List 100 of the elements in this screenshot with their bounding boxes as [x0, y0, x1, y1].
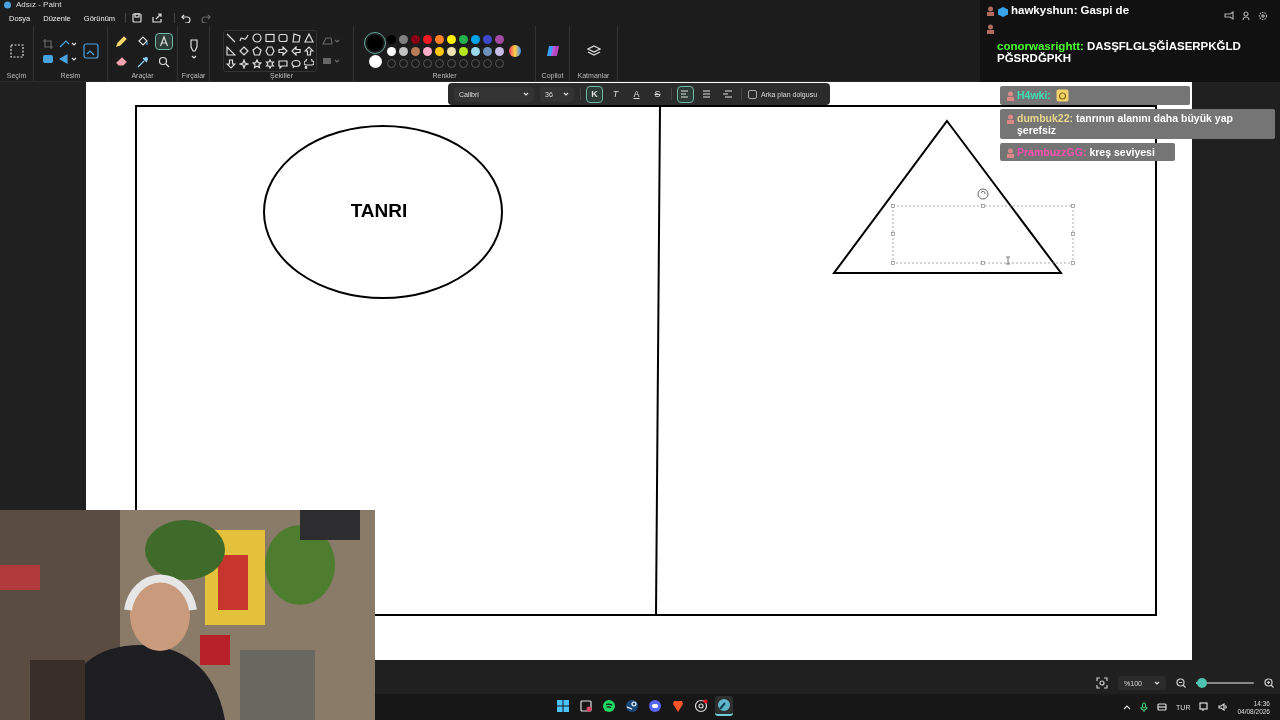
four-point-star-icon[interactable]	[238, 59, 249, 69]
primary-color-swatch[interactable]	[367, 34, 383, 51]
hexagon-icon[interactable]	[264, 46, 275, 56]
round-callout-icon[interactable]	[290, 59, 301, 69]
pencil-icon[interactable]	[114, 34, 129, 48]
paint-app-icon	[3, 1, 12, 9]
color-swatch[interactable]	[495, 34, 504, 44]
network-icon[interactable]	[1199, 702, 1210, 712]
badge-icon	[997, 6, 1009, 18]
chat-message: hawkyshun: Gaspi de	[986, 4, 1130, 18]
oval-icon[interactable]	[251, 33, 262, 43]
curve-icon[interactable]	[238, 33, 249, 43]
zoom-in-icon[interactable]	[1264, 678, 1274, 688]
flip-icon[interactable]	[59, 52, 77, 65]
browser-icon[interactable]	[671, 699, 685, 713]
color-swatch[interactable]	[411, 46, 420, 56]
align-center-icon[interactable]	[702, 90, 711, 98]
announcement-icon[interactable]	[1224, 11, 1234, 21]
color-swatch[interactable]	[387, 34, 396, 44]
right-triangle-icon[interactable]	[225, 46, 236, 56]
shape-fill-icon[interactable]	[320, 56, 341, 66]
copilot-icon[interactable]	[545, 44, 560, 58]
chat-app-icon[interactable]	[648, 699, 662, 713]
color-swatch[interactable]	[399, 34, 408, 44]
shape-outline-icon[interactable]	[320, 36, 341, 46]
image-generator-icon[interactable]	[83, 43, 99, 59]
settings-icon[interactable]	[1258, 11, 1268, 21]
color-swatch[interactable]	[423, 46, 432, 56]
rounded-rectangle-icon[interactable]	[277, 33, 288, 43]
pentagon-icon[interactable]	[251, 46, 262, 56]
triangle-icon[interactable]	[303, 33, 314, 43]
zoom-out-icon[interactable]	[1176, 678, 1186, 688]
color-swatch[interactable]	[459, 34, 468, 44]
right-arrow-icon[interactable]	[277, 46, 288, 56]
align-right-icon[interactable]	[723, 90, 732, 98]
color-swatch[interactable]	[471, 46, 480, 56]
color-swatch[interactable]	[483, 46, 492, 56]
chat-message: H4wki:	[1000, 86, 1190, 105]
chevron-down-icon	[523, 92, 529, 96]
color-swatch[interactable]	[387, 46, 396, 56]
rotate-handle-icon[interactable]	[977, 188, 989, 200]
polygon-icon[interactable]	[290, 33, 301, 43]
volume-icon[interactable]	[1218, 702, 1229, 712]
layers-icon[interactable]	[586, 44, 601, 58]
secondary-color-swatch[interactable]	[368, 54, 382, 68]
avatar-icon	[986, 24, 995, 34]
record-app-icon[interactable]	[694, 699, 708, 713]
color-swatch[interactable]	[411, 34, 420, 44]
down-arrow-icon[interactable]	[225, 59, 236, 69]
screenshot-tool-icon[interactable]	[579, 699, 593, 713]
start-icon[interactable]	[556, 699, 570, 713]
diamond-icon[interactable]	[238, 46, 249, 56]
color-swatch[interactable]	[435, 46, 444, 56]
microphone-icon[interactable]	[1140, 702, 1149, 712]
game-app-icon[interactable]	[625, 699, 639, 713]
save-icon[interactable]	[132, 13, 143, 23]
color-wheel-icon[interactable]	[508, 44, 522, 58]
fit-to-window-icon[interactable]	[1096, 677, 1109, 689]
italic-button[interactable]: T	[608, 86, 623, 102]
bold-button[interactable]: K	[587, 86, 602, 102]
speech-bubble-icon[interactable]	[277, 59, 288, 69]
line-icon[interactable]	[225, 33, 236, 43]
color-swatch[interactable]	[447, 46, 456, 56]
paint-app-icon[interactable]	[717, 698, 731, 712]
six-point-star-icon[interactable]	[264, 59, 275, 69]
text-cursor-icon	[1005, 256, 1011, 265]
chevron-up-icon[interactable]	[1123, 704, 1132, 710]
color-picker-icon[interactable]	[135, 54, 150, 68]
user-icon[interactable]	[1242, 11, 1250, 21]
avatar-icon	[1006, 91, 1015, 101]
color-swatch[interactable]	[483, 34, 492, 44]
color-swatch[interactable]	[435, 34, 444, 44]
undo-icon[interactable]	[181, 13, 192, 23]
avatar-icon	[986, 6, 995, 16]
music-app-icon[interactable]	[602, 699, 616, 713]
color-swatch[interactable]	[423, 34, 432, 44]
magnifier-icon[interactable]	[156, 54, 171, 68]
strikethrough-button[interactable]: S	[650, 86, 665, 102]
color-swatch[interactable]	[447, 34, 456, 44]
underline-button[interactable]: A	[629, 86, 644, 102]
color-swatch[interactable]	[459, 46, 468, 56]
background-fill-checkbox[interactable]	[748, 89, 757, 99]
color-swatch[interactable]	[495, 46, 504, 56]
slider-thumb[interactable]	[1196, 678, 1207, 688]
star-icon[interactable]	[251, 59, 262, 69]
align-left-icon[interactable]	[681, 90, 690, 98]
rectangle-icon[interactable]	[264, 33, 275, 43]
up-arrow-icon[interactable]	[303, 46, 314, 56]
chat-message: dumbuk22: tanrının alanını daha büyük yap şerefsiz	[1000, 109, 1275, 139]
chat-message: conorwasrightt: DASŞFLGLŞĞİASERPKĞLD PĞSRDĞPKH	[986, 22, 1262, 64]
left-arrow-icon[interactable]	[290, 46, 301, 56]
color-swatch[interactable]	[471, 34, 480, 44]
remove-background-icon[interactable]	[42, 52, 54, 65]
selection-icon[interactable]	[8, 43, 25, 59]
redo-icon[interactable]	[201, 13, 212, 23]
chat-message: PrambuzzGG: kreş seviyesi	[1000, 143, 1175, 161]
color-swatch[interactable]	[399, 46, 408, 56]
share-icon[interactable]	[152, 13, 163, 23]
display-icon[interactable]	[1157, 702, 1168, 712]
ellipse-label: TANRI	[350, 200, 408, 221]
